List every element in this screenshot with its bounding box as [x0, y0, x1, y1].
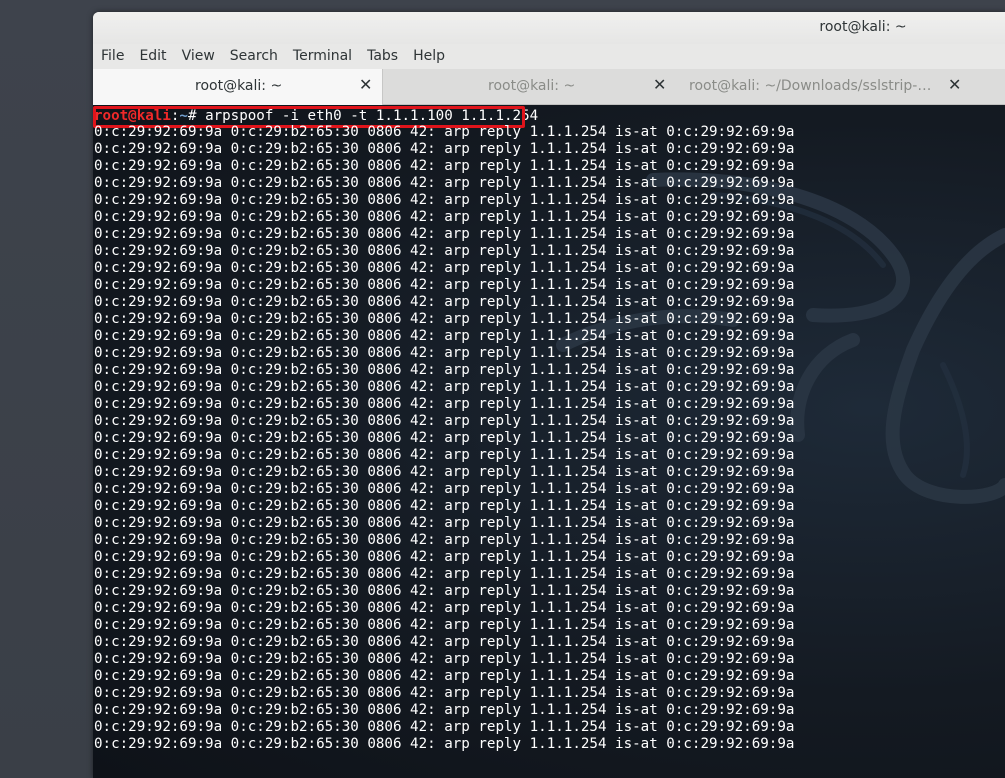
- menu-view[interactable]: View: [182, 48, 215, 64]
- tab-1[interactable]: root@kali: ~ ✕: [93, 69, 383, 105]
- close-icon[interactable]: ✕: [653, 75, 666, 94]
- output-line: 0:c:29:92:69:9a 0:c:29:b2:65:30 0806 42:…: [94, 209, 795, 225]
- output-line: 0:c:29:92:69:9a 0:c:29:b2:65:30 0806 42:…: [94, 158, 795, 174]
- output-line: 0:c:29:92:69:9a 0:c:29:b2:65:30 0806 42:…: [94, 362, 795, 378]
- output-line: 0:c:29:92:69:9a 0:c:29:b2:65:30 0806 42:…: [94, 294, 795, 310]
- arp-reply-output: 0:c:29:92:69:9a 0:c:29:b2:65:30 0806 42:…: [94, 124, 794, 753]
- output-line: 0:c:29:92:69:9a 0:c:29:b2:65:30 0806 42:…: [94, 736, 795, 752]
- close-icon[interactable]: ✕: [948, 75, 961, 94]
- output-line: 0:c:29:92:69:9a 0:c:29:b2:65:30 0806 42:…: [94, 481, 795, 497]
- output-line: 0:c:29:92:69:9a 0:c:29:b2:65:30 0806 42:…: [94, 566, 795, 582]
- output-line: 0:c:29:92:69:9a 0:c:29:b2:65:30 0806 42:…: [94, 583, 795, 599]
- output-line: 0:c:29:92:69:9a 0:c:29:b2:65:30 0806 42:…: [94, 430, 795, 446]
- window-title: root@kali: ~: [819, 19, 907, 35]
- output-line: 0:c:29:92:69:9a 0:c:29:b2:65:30 0806 42:…: [94, 141, 795, 157]
- tab-3-label: root@kali: ~/Downloads/sslstrip-…: [689, 78, 932, 94]
- terminal-window: root@kali: ~ File Edit View Search Termi…: [93, 12, 1005, 778]
- output-line: 0:c:29:92:69:9a 0:c:29:b2:65:30 0806 42:…: [94, 413, 795, 429]
- output-line: 0:c:29:92:69:9a 0:c:29:b2:65:30 0806 42:…: [94, 379, 795, 395]
- output-line: 0:c:29:92:69:9a 0:c:29:b2:65:30 0806 42:…: [94, 192, 795, 208]
- output-line: 0:c:29:92:69:9a 0:c:29:b2:65:30 0806 42:…: [94, 311, 795, 327]
- terminal-output-area[interactable]: root@kali:~# arpspoof -i eth0 -t 1.1.1.1…: [93, 105, 1005, 778]
- output-line: 0:c:29:92:69:9a 0:c:29:b2:65:30 0806 42:…: [94, 515, 795, 531]
- output-line: 0:c:29:92:69:9a 0:c:29:b2:65:30 0806 42:…: [94, 175, 795, 191]
- menu-search[interactable]: Search: [230, 48, 278, 64]
- output-line: 0:c:29:92:69:9a 0:c:29:b2:65:30 0806 42:…: [94, 549, 795, 565]
- tab-1-label: root@kali: ~: [195, 78, 283, 94]
- menu-file[interactable]: File: [101, 48, 124, 64]
- output-line: 0:c:29:92:69:9a 0:c:29:b2:65:30 0806 42:…: [94, 617, 795, 633]
- output-line: 0:c:29:92:69:9a 0:c:29:b2:65:30 0806 42:…: [94, 464, 795, 480]
- output-line: 0:c:29:92:69:9a 0:c:29:b2:65:30 0806 42:…: [94, 243, 795, 259]
- output-line: 0:c:29:92:69:9a 0:c:29:b2:65:30 0806 42:…: [94, 634, 795, 650]
- output-line: 0:c:29:92:69:9a 0:c:29:b2:65:30 0806 42:…: [94, 260, 795, 276]
- output-line: 0:c:29:92:69:9a 0:c:29:b2:65:30 0806 42:…: [94, 668, 795, 684]
- output-line: 0:c:29:92:69:9a 0:c:29:b2:65:30 0806 42:…: [94, 498, 795, 514]
- close-icon[interactable]: ✕: [359, 75, 372, 94]
- output-line: 0:c:29:92:69:9a 0:c:29:b2:65:30 0806 42:…: [94, 532, 795, 548]
- tab-2-label: root@kali: ~: [488, 78, 576, 94]
- output-line: 0:c:29:92:69:9a 0:c:29:b2:65:30 0806 42:…: [94, 447, 795, 463]
- output-line: 0:c:29:92:69:9a 0:c:29:b2:65:30 0806 42:…: [94, 124, 795, 140]
- output-line: 0:c:29:92:69:9a 0:c:29:b2:65:30 0806 42:…: [94, 600, 795, 616]
- menu-tabs[interactable]: Tabs: [367, 48, 398, 64]
- output-line: 0:c:29:92:69:9a 0:c:29:b2:65:30 0806 42:…: [94, 685, 795, 701]
- menu-edit[interactable]: Edit: [139, 48, 166, 64]
- output-line: 0:c:29:92:69:9a 0:c:29:b2:65:30 0806 42:…: [94, 719, 795, 735]
- tab-2[interactable]: root@kali: ~ ✕: [383, 69, 678, 105]
- output-line: 0:c:29:92:69:9a 0:c:29:b2:65:30 0806 42:…: [94, 226, 795, 242]
- output-line: 0:c:29:92:69:9a 0:c:29:b2:65:30 0806 42:…: [94, 345, 795, 361]
- output-line: 0:c:29:92:69:9a 0:c:29:b2:65:30 0806 42:…: [94, 702, 795, 718]
- tab-bar: root@kali: ~ ✕ root@kali: ~ ✕ root@kali:…: [93, 69, 1005, 105]
- menu-bar: File Edit View Search Terminal Tabs Help: [93, 44, 1005, 68]
- desktop-background: root@kali: ~ File Edit View Search Termi…: [0, 0, 1005, 778]
- menu-terminal[interactable]: Terminal: [293, 48, 352, 64]
- output-line: 0:c:29:92:69:9a 0:c:29:b2:65:30 0806 42:…: [94, 651, 795, 667]
- output-line: 0:c:29:92:69:9a 0:c:29:b2:65:30 0806 42:…: [94, 328, 795, 344]
- title-bar[interactable]: root@kali: ~: [93, 12, 1005, 44]
- output-line: 0:c:29:92:69:9a 0:c:29:b2:65:30 0806 42:…: [94, 277, 795, 293]
- tab-3[interactable]: root@kali: ~/Downloads/sslstrip-… ✕: [678, 69, 1005, 105]
- menu-help[interactable]: Help: [413, 48, 445, 64]
- output-line: 0:c:29:92:69:9a 0:c:29:b2:65:30 0806 42:…: [94, 396, 795, 412]
